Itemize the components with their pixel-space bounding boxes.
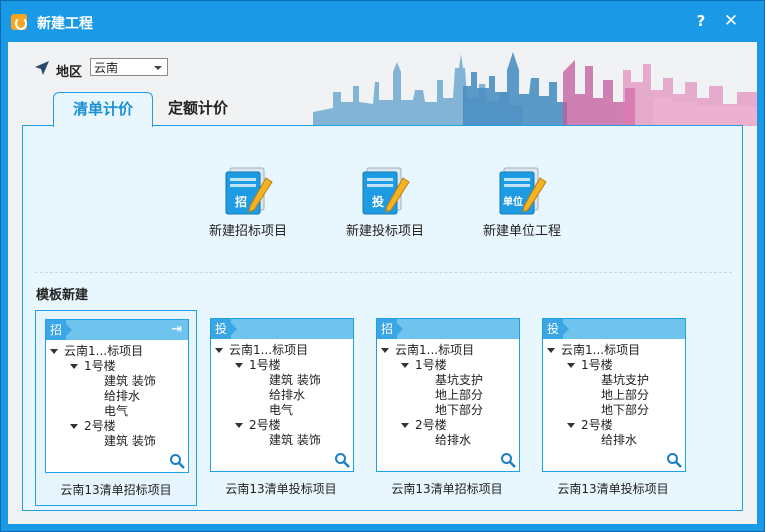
action-badge-tender: 招 — [235, 194, 247, 209]
template-badge: 招 — [377, 319, 403, 339]
title-bar[interactable]: 新建工程 ? ✕ — [1, 1, 764, 41]
expand-icon — [70, 364, 78, 369]
template-card[interactable]: 招 ⇥ 云南1...标项目 1号楼 建筑 装饰 给排水 电气 2号楼 建筑 装饰… — [35, 310, 197, 506]
new-project-dialog: 新建工程 ? ✕ 地区 云南 清单计价 定额计价 招 新建招标项目 投 新建投标… — [0, 0, 765, 532]
expand-icon — [567, 423, 575, 428]
new-tender-project-button[interactable]: 招 新建招标项目 — [183, 164, 313, 239]
tree-unit: 电气 — [104, 404, 129, 418]
action-badge-unit: 单位 — [503, 195, 523, 208]
magnifier-icon[interactable] — [169, 453, 185, 469]
template-label: 云南13清单招标项目 — [60, 483, 172, 497]
template-card[interactable]: 投 云南1...标项目 1号楼 建筑 装饰 给排水 电气 2号楼 建筑 装饰 云… — [201, 310, 363, 506]
magnifier-icon[interactable] — [500, 452, 516, 468]
expand-icon — [50, 349, 58, 354]
tree-building: 2号楼 — [70, 419, 116, 434]
tree-building: 1号楼 — [401, 358, 447, 373]
chevron-down-icon — [154, 66, 162, 70]
tree-root: 云南1...标项目 — [547, 343, 640, 358]
expand-icon — [567, 363, 575, 368]
tree-building: 1号楼 — [70, 359, 116, 374]
expand-icon — [215, 348, 223, 353]
templates-title: 模板新建 — [36, 288, 89, 303]
tree-unit: 建筑 装饰 — [104, 374, 156, 388]
tree-unit: 电气 — [269, 403, 294, 417]
tree-unit: 给排水 — [435, 433, 472, 447]
location-arrow-icon — [35, 61, 49, 75]
template-badge: 招 — [46, 320, 72, 340]
tree-root: 云南1...标项目 — [50, 344, 143, 359]
template-preview: 招 ⇥ 云南1...标项目 1号楼 建筑 装饰 给排水 电气 2号楼 建筑 装饰 — [45, 319, 189, 473]
tab-quota-pricing[interactable]: 定额计价 — [158, 92, 238, 125]
dialog-body: 地区 云南 清单计价 定额计价 招 新建招标项目 投 新建投标项目 单位 新建单… — [8, 42, 757, 524]
template-label: 云南13清单投标项目 — [225, 482, 337, 496]
action-badge-bid: 投 — [372, 194, 384, 209]
section-divider — [35, 272, 732, 273]
city-skyline-banner — [313, 52, 757, 126]
expand-icon — [381, 348, 389, 353]
tree-unit: 地下部分 — [601, 403, 650, 417]
expand-icon — [401, 423, 409, 428]
expand-icon — [547, 348, 555, 353]
new-bid-project-button[interactable]: 投 新建投标项目 — [320, 164, 450, 239]
expand-icon — [235, 423, 243, 428]
template-badge: 投 — [543, 319, 569, 339]
unit-doc-icon: 单位 — [499, 167, 547, 215]
bid-doc-icon: 投 — [362, 167, 410, 215]
template-header: 招 — [377, 319, 519, 339]
tree-unit: 建筑 装饰 — [269, 433, 321, 447]
help-button[interactable]: ? — [691, 11, 711, 31]
template-card[interactable]: 招 云南1...标项目 1号楼 基坑支护 地上部分 地下部分 2号楼 给排水 云… — [367, 310, 529, 506]
region-label: 地区 — [56, 65, 83, 80]
tree-building: 1号楼 — [567, 358, 613, 373]
app-icon — [11, 14, 27, 30]
tree-unit: 建筑 装饰 — [269, 373, 321, 387]
tree-unit: 给排水 — [104, 389, 141, 403]
window-title: 新建工程 — [37, 16, 93, 32]
template-badge: 投 — [211, 319, 237, 339]
template-label: 云南13清单招标项目 — [391, 482, 503, 496]
tree-unit: 给排水 — [269, 388, 306, 402]
tree-root: 云南1...标项目 — [215, 343, 308, 358]
expand-icon — [70, 424, 78, 429]
tree-unit: 地上部分 — [601, 388, 650, 402]
tree-building: 2号楼 — [567, 418, 613, 433]
new-tender-project-label: 新建招标项目 — [208, 224, 287, 239]
template-preview: 投 云南1...标项目 1号楼 基坑支护 地上部分 地下部分 2号楼 给排水 — [542, 318, 686, 472]
tree-root: 云南1...标项目 — [381, 343, 474, 358]
template-card[interactable]: 投 云南1...标项目 1号楼 基坑支护 地上部分 地下部分 2号楼 给排水 云… — [533, 310, 695, 506]
template-header: 投 — [211, 319, 353, 339]
region-select[interactable]: 云南 — [90, 58, 168, 76]
template-preview: 投 云南1...标项目 1号楼 建筑 装饰 给排水 电气 2号楼 建筑 装饰 — [210, 318, 354, 472]
template-header: 招 ⇥ — [46, 320, 188, 340]
tree-building: 2号楼 — [235, 418, 281, 433]
tree-building: 2号楼 — [401, 418, 447, 433]
tab-bill-pricing[interactable]: 清单计价 — [53, 92, 153, 127]
expand-icon — [401, 363, 409, 368]
tree-unit: 建筑 装饰 — [104, 434, 156, 448]
tree-unit: 给排水 — [601, 433, 638, 447]
close-button[interactable]: ✕ — [721, 11, 741, 31]
pin-icon[interactable]: ⇥ — [171, 322, 182, 337]
tree-unit: 地上部分 — [435, 388, 484, 402]
tab-panel: 招 新建招标项目 投 新建投标项目 单位 新建单位工程 模板新建 招 ⇥ 云南1… — [22, 125, 743, 511]
template-header: 投 — [543, 319, 685, 339]
region-select-value: 云南 — [94, 61, 119, 75]
new-unit-project-label: 新建单位工程 — [482, 224, 561, 239]
tree-unit: 基坑支护 — [601, 373, 650, 387]
template-label: 云南13清单投标项目 — [557, 482, 669, 496]
tree-unit: 基坑支护 — [435, 373, 484, 387]
tree-unit: 地下部分 — [435, 403, 484, 417]
expand-icon — [235, 363, 243, 368]
new-bid-project-label: 新建投标项目 — [345, 224, 424, 239]
magnifier-icon[interactable] — [334, 452, 350, 468]
new-unit-project-button[interactable]: 单位 新建单位工程 — [457, 164, 587, 239]
magnifier-icon[interactable] — [666, 452, 682, 468]
template-preview: 招 云南1...标项目 1号楼 基坑支护 地上部分 地下部分 2号楼 给排水 — [376, 318, 520, 472]
tree-building: 1号楼 — [235, 358, 281, 373]
tender-doc-icon: 招 — [225, 167, 273, 215]
